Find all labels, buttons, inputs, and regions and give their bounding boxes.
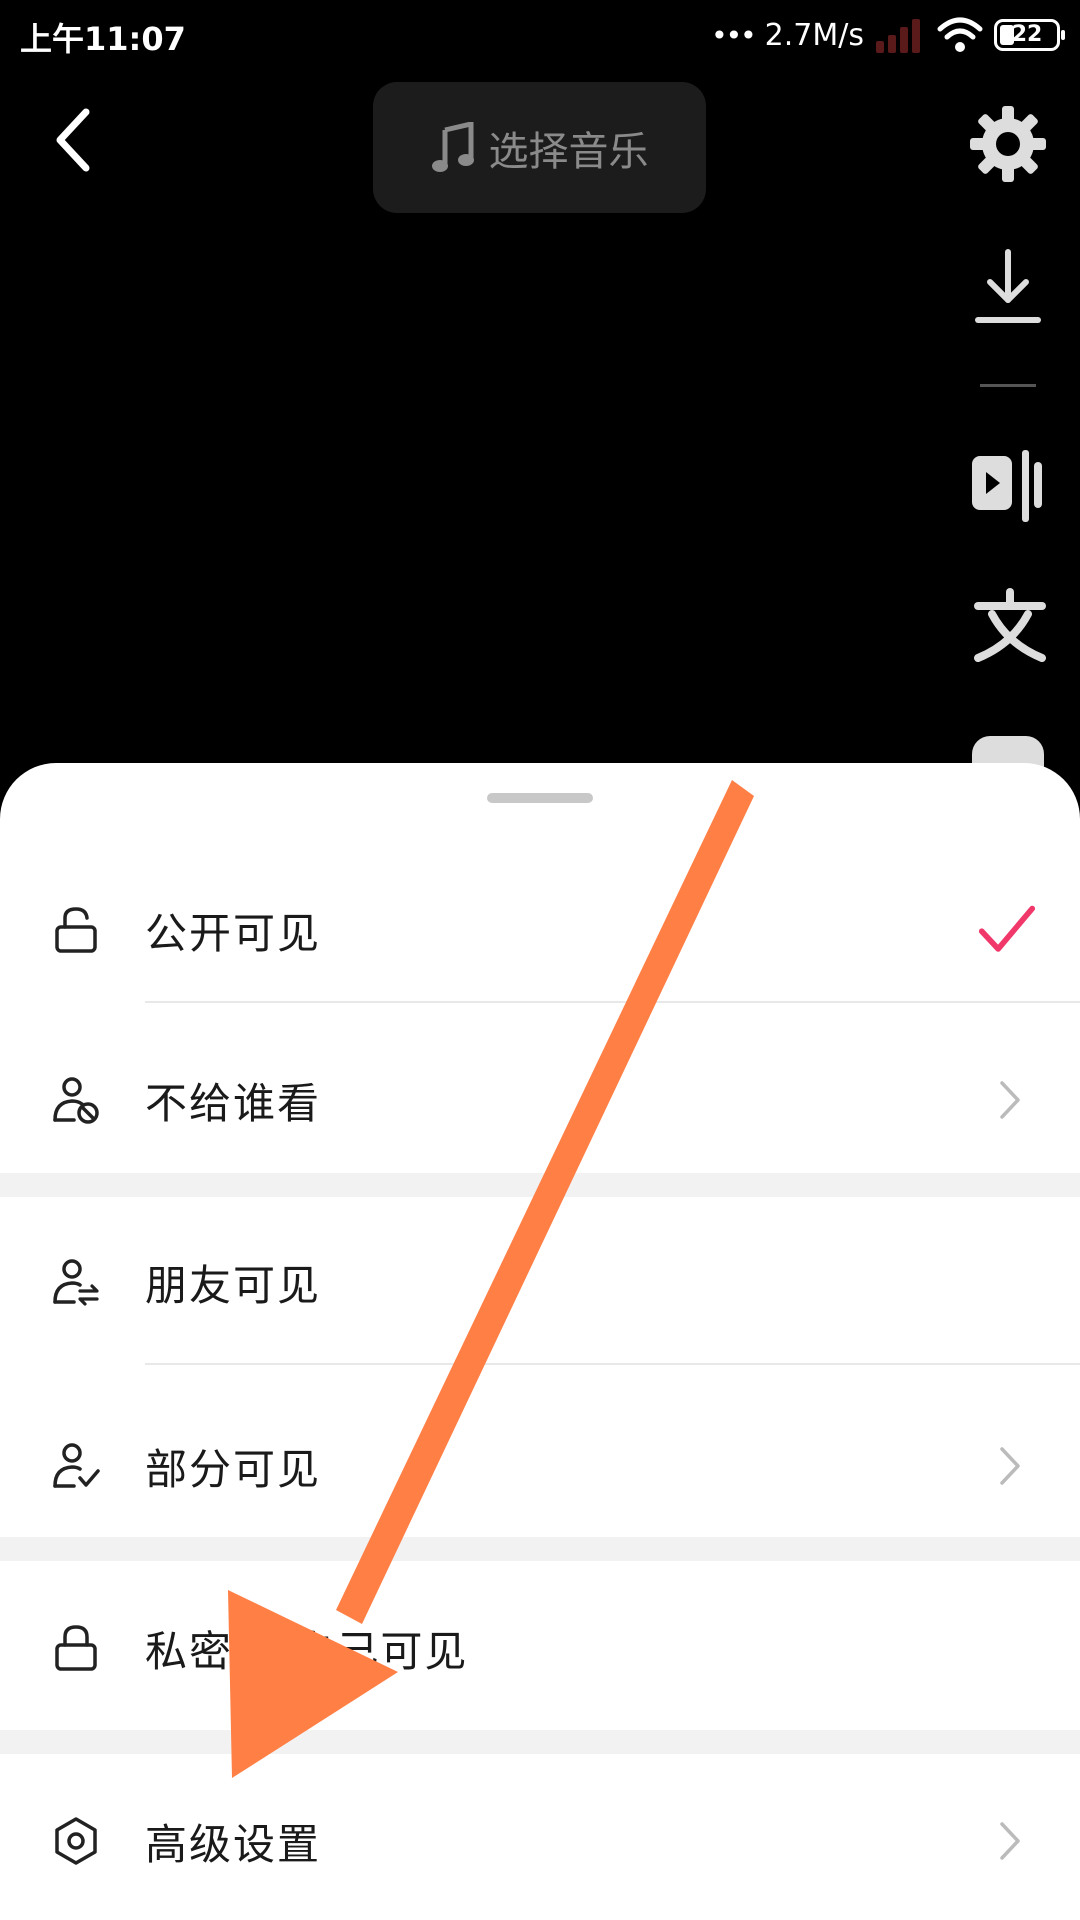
- select-music-button[interactable]: 选择音乐: [373, 82, 706, 213]
- status-bar: 上午11:07 ••• 2.7M/s 22: [0, 0, 1080, 70]
- divider: [145, 1363, 1080, 1365]
- check-icon: [978, 905, 1036, 952]
- notification-dots-icon: •••: [711, 18, 757, 52]
- option-advanced-settings[interactable]: 高级设置: [0, 1756, 1080, 1920]
- option-public-label: 公开可见: [145, 909, 322, 958]
- sheet-drag-handle[interactable]: [487, 793, 593, 803]
- option-private-label: 私密·仅自己可见: [145, 1627, 469, 1676]
- option-public[interactable]: 公开可见: [0, 845, 1080, 1015]
- section-gap: [0, 1537, 1080, 1561]
- user-check-icon: [53, 1443, 100, 1488]
- text-wen-icon: [974, 588, 1046, 662]
- music-note-icon: [431, 121, 474, 172]
- privacy-bottom-sheet: 公开可见 不给谁看 朋友可见 部分可见 私密·仅自己可见 高级设置: [0, 763, 1080, 1920]
- section-gap: [0, 1173, 1080, 1197]
- option-advanced-settings-label: 高级设置: [145, 1820, 322, 1869]
- settings-gear-button[interactable]: [968, 104, 1048, 184]
- tool-separator: [980, 384, 1036, 387]
- battery-level: 22: [1011, 22, 1043, 47]
- chevron-left-icon: [56, 108, 90, 172]
- lock-open-icon: [55, 907, 97, 953]
- gear-icon: [970, 106, 1046, 182]
- download-button[interactable]: [972, 248, 1044, 328]
- chevron-right-icon: [1000, 1081, 1020, 1119]
- battery-icon: 22: [994, 19, 1065, 51]
- back-button[interactable]: [44, 100, 104, 180]
- download-icon: [975, 249, 1041, 323]
- network-speed: 2.7M/s: [764, 17, 864, 53]
- option-friends[interactable]: 朋友可见: [0, 1197, 1080, 1367]
- status-time: 上午11:07: [20, 20, 186, 58]
- section-gap: [0, 1730, 1080, 1754]
- signal-icon: [876, 19, 920, 53]
- video-clip-icon: [972, 450, 1042, 522]
- option-partial[interactable]: 部分可见: [0, 1381, 1080, 1551]
- user-block-icon: [53, 1077, 99, 1124]
- status-indicators: ••• 2.7M/s 22: [711, 12, 1065, 58]
- chevron-right-icon: [1000, 1822, 1020, 1860]
- lock-closed-icon: [55, 1625, 97, 1671]
- option-partial-label: 部分可见: [145, 1445, 322, 1494]
- video-edit-button[interactable]: [968, 446, 1048, 526]
- hexagon-settings-icon: [55, 1817, 97, 1865]
- select-music-label: 选择音乐: [488, 128, 649, 175]
- user-exchange-icon: [53, 1259, 99, 1306]
- wifi-icon: [937, 17, 983, 52]
- option-hide-from-label: 不给谁看: [145, 1079, 322, 1128]
- option-hide-from[interactable]: 不给谁看: [0, 1015, 1080, 1185]
- text-button[interactable]: [972, 588, 1048, 664]
- option-friends-label: 朋友可见: [145, 1261, 322, 1310]
- chevron-right-icon: [1000, 1447, 1020, 1485]
- divider: [145, 1001, 1080, 1003]
- option-private[interactable]: 私密·仅自己可见: [0, 1563, 1080, 1733]
